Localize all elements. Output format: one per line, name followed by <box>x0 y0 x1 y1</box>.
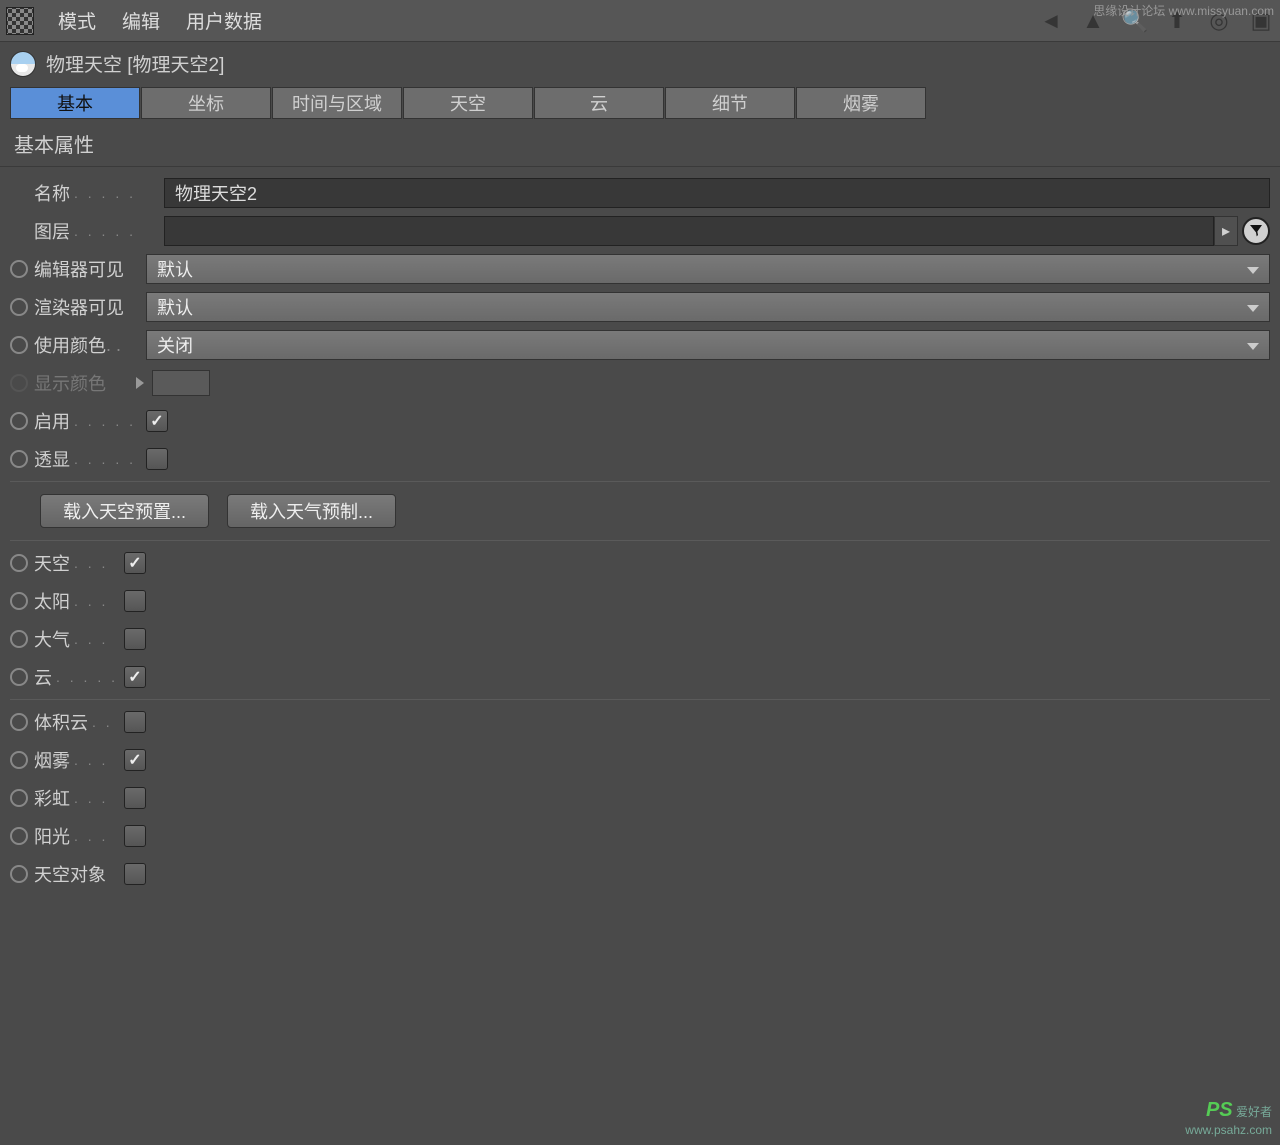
anim-dot-editor-vis[interactable] <box>10 260 28 278</box>
object-header: 物理天空 [物理天空2] <box>0 42 1280 87</box>
divider <box>10 540 1270 541</box>
checkbox-cloud[interactable] <box>124 666 146 688</box>
label-volcloud: 体积云 . . <box>34 709 124 735</box>
dropdown-render-vis[interactable]: 默认 <box>146 292 1270 322</box>
divider <box>10 699 1270 700</box>
label-sunlight: 阳光 . . . <box>34 823 124 849</box>
anim-dot-skyobj[interactable] <box>10 865 28 883</box>
menu-edit[interactable]: 编辑 <box>120 3 162 38</box>
checkbox-sky[interactable] <box>124 552 146 574</box>
anim-dot-use-color[interactable] <box>10 336 28 354</box>
menu-userdata[interactable]: 用户数据 <box>184 3 264 38</box>
label-atmos: 大气 . . . <box>34 626 124 652</box>
checkbox-atmos[interactable] <box>124 628 146 650</box>
input-layer[interactable] <box>164 216 1214 246</box>
anim-dot-rainbow[interactable] <box>10 789 28 807</box>
label-name: 名称. . . . . <box>34 180 164 206</box>
label-xray: 透显 . . . . . . . <box>34 446 146 472</box>
checkbox-rainbow[interactable] <box>124 787 146 809</box>
label-show-color: 显示颜色 <box>34 370 130 396</box>
label-rainbow: 彩虹 . . . <box>34 785 124 811</box>
checkbox-xray[interactable] <box>146 448 168 470</box>
tab-sky[interactable]: 天空 <box>403 87 533 119</box>
label-cloud: 云 . . . . . <box>34 664 124 690</box>
label-fog: 烟雾 . . . <box>34 747 124 773</box>
label-sun: 太阳 . . . <box>34 588 124 614</box>
checkbox-skyobj[interactable] <box>124 863 146 885</box>
label-render-vis: 渲染器可见 <box>34 294 146 320</box>
label-sky: 天空 . . . <box>34 550 124 576</box>
anim-dot-sunlight[interactable] <box>10 827 28 845</box>
input-name[interactable]: 物理天空2 <box>164 178 1270 208</box>
menu-mode[interactable]: 模式 <box>56 3 98 38</box>
dropdown-use-color[interactable]: 关闭 <box>146 330 1270 360</box>
tab-bar: 基本 坐标 时间与区域 天空 云 细节 烟雾 <box>0 87 1280 119</box>
label-layer: 图层. . . . . <box>34 218 164 244</box>
checkbox-fog[interactable] <box>124 749 146 771</box>
anim-dot-cloud[interactable] <box>10 668 28 686</box>
layer-picker-icon[interactable] <box>1242 217 1270 245</box>
anim-dot-render-vis[interactable] <box>10 298 28 316</box>
color-swatch[interactable] <box>152 370 210 396</box>
section-basic-props: 基本属性 <box>0 119 1280 167</box>
checkbox-volcloud[interactable] <box>124 711 146 733</box>
anim-dot-volcloud[interactable] <box>10 713 28 731</box>
anim-dot-xray[interactable] <box>10 450 28 468</box>
watermark-bottom: PS 爱好者 www.psahz.com <box>1185 1097 1272 1139</box>
menubar: 模式 编辑 用户数据 ◄ ▲ 🔍 ⬆ ◎ ▣ <box>0 0 1280 42</box>
checkbox-sun[interactable] <box>124 590 146 612</box>
app-icon[interactable] <box>6 7 34 35</box>
tab-coord[interactable]: 坐标 <box>141 87 271 119</box>
tab-basic[interactable]: 基本 <box>10 87 140 119</box>
anim-dot-enable[interactable] <box>10 412 28 430</box>
load-sky-preset-button[interactable]: 载入天空预置... <box>40 494 209 528</box>
object-title: 物理天空 [物理天空2] <box>46 50 224 77</box>
anim-dot-fog[interactable] <box>10 751 28 769</box>
watermark-top: 思缘设计论坛 www.missyuan.com <box>1093 2 1274 19</box>
expand-color-icon[interactable] <box>136 377 144 389</box>
properties-panel: 名称. . . . . 物理天空2 图层. . . . . ▸ 编辑器可见 默认… <box>0 167 1280 900</box>
anim-dot-atmos[interactable] <box>10 630 28 648</box>
tab-detail[interactable]: 细节 <box>665 87 795 119</box>
anim-dot-sky[interactable] <box>10 554 28 572</box>
anim-dot-show-color <box>10 374 28 392</box>
nav-back-icon[interactable]: ◄ <box>1038 8 1064 34</box>
label-enable: 启用 . . . . . <box>34 408 146 434</box>
layer-expand-icon[interactable]: ▸ <box>1214 216 1238 246</box>
label-editor-vis: 编辑器可见 <box>34 256 146 282</box>
checkbox-sunlight[interactable] <box>124 825 146 847</box>
tab-time[interactable]: 时间与区域 <box>272 87 402 119</box>
checkbox-enable[interactable] <box>146 410 168 432</box>
divider <box>10 481 1270 482</box>
physical-sky-icon <box>10 51 36 77</box>
dropdown-editor-vis[interactable]: 默认 <box>146 254 1270 284</box>
anim-dot-sun[interactable] <box>10 592 28 610</box>
label-use-color: 使用颜色 . . <box>34 332 146 358</box>
load-weather-preset-button[interactable]: 载入天气预制... <box>227 494 396 528</box>
tab-cloud[interactable]: 云 <box>534 87 664 119</box>
tab-fog[interactable]: 烟雾 <box>796 87 926 119</box>
label-skyobj: 天空对象 <box>34 861 124 887</box>
